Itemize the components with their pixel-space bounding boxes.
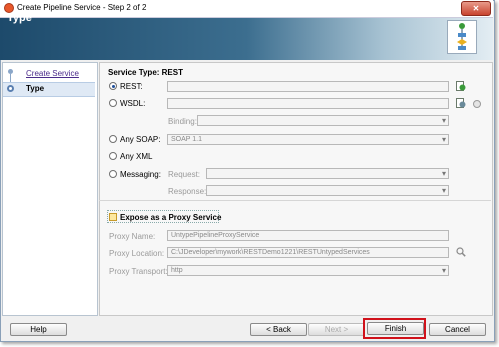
browse-wsdl-icon[interactable]: [456, 98, 466, 108]
response-label: Response:: [168, 187, 207, 196]
soap-version-dropdown[interactable]: SOAP 1.1: [167, 134, 449, 145]
help-button[interactable]: Help: [10, 323, 67, 336]
request-dropdown[interactable]: [206, 168, 449, 179]
service-type-label: Service Type: REST: [108, 68, 183, 77]
nav-item-type-selected[interactable]: [3, 82, 95, 97]
messaging-label: Messaging:: [120, 170, 161, 179]
nav-item-create-service[interactable]: Create Service: [26, 69, 79, 78]
pipeline-diagram-icon: [447, 20, 477, 54]
close-button[interactable]: ✕: [461, 1, 491, 16]
proxy-location-label: Proxy Location:: [109, 249, 165, 258]
any-soap-label: Any SOAP:: [120, 135, 161, 144]
request-label: Request:: [168, 170, 201, 179]
wizard-nav: [2, 62, 98, 316]
browse-rest-icon[interactable]: [456, 81, 466, 91]
step-dot-icon: [8, 69, 13, 74]
rest-radio[interactable]: [109, 82, 117, 90]
current-step-icon: [7, 85, 14, 92]
rest-label: REST:: [120, 82, 143, 91]
proxy-name-label: Proxy Name:: [109, 232, 156, 241]
proxy-transport-dropdown[interactable]: http: [167, 265, 449, 276]
proxy-name-field[interactable]: UntypePipelineProxyService: [167, 230, 449, 241]
binding-label: Binding:: [168, 117, 197, 126]
expose-proxy-checkbox[interactable]: [109, 213, 117, 221]
cancel-button[interactable]: Cancel: [429, 323, 486, 336]
wsdl-options-icon[interactable]: [472, 99, 482, 109]
search-icon[interactable]: [456, 247, 466, 257]
rest-field[interactable]: [167, 81, 449, 92]
wsdl-label: WSDL:: [120, 99, 146, 108]
nav-item-type[interactable]: Type: [26, 84, 44, 93]
wsdl-field[interactable]: [167, 98, 449, 109]
binding-dropdown[interactable]: [197, 115, 449, 126]
proxy-transport-label: Proxy Transport:: [109, 267, 168, 276]
proxy-location-field[interactable]: C:\JDeveloper\mywork\RESTDemo1221\RESTUn…: [167, 247, 449, 258]
next-button[interactable]: Next >: [308, 323, 365, 336]
response-dropdown[interactable]: [206, 185, 449, 196]
window-title: Create Pipeline Service - Step 2 of 2: [17, 3, 147, 12]
any-xml-radio[interactable]: [109, 152, 117, 160]
section-divider: [99, 200, 491, 201]
back-button[interactable]: < Back: [250, 323, 307, 336]
finish-highlight-box: [363, 318, 426, 339]
messaging-radio[interactable]: [109, 170, 117, 178]
any-soap-radio[interactable]: [109, 135, 117, 143]
any-xml-label: Any XML: [120, 152, 153, 161]
page-title: Type: [7, 12, 32, 24]
wsdl-radio[interactable]: [109, 99, 117, 107]
expose-proxy-label: Expose as a Proxy Service: [120, 213, 222, 222]
page-header: [0, 18, 493, 60]
